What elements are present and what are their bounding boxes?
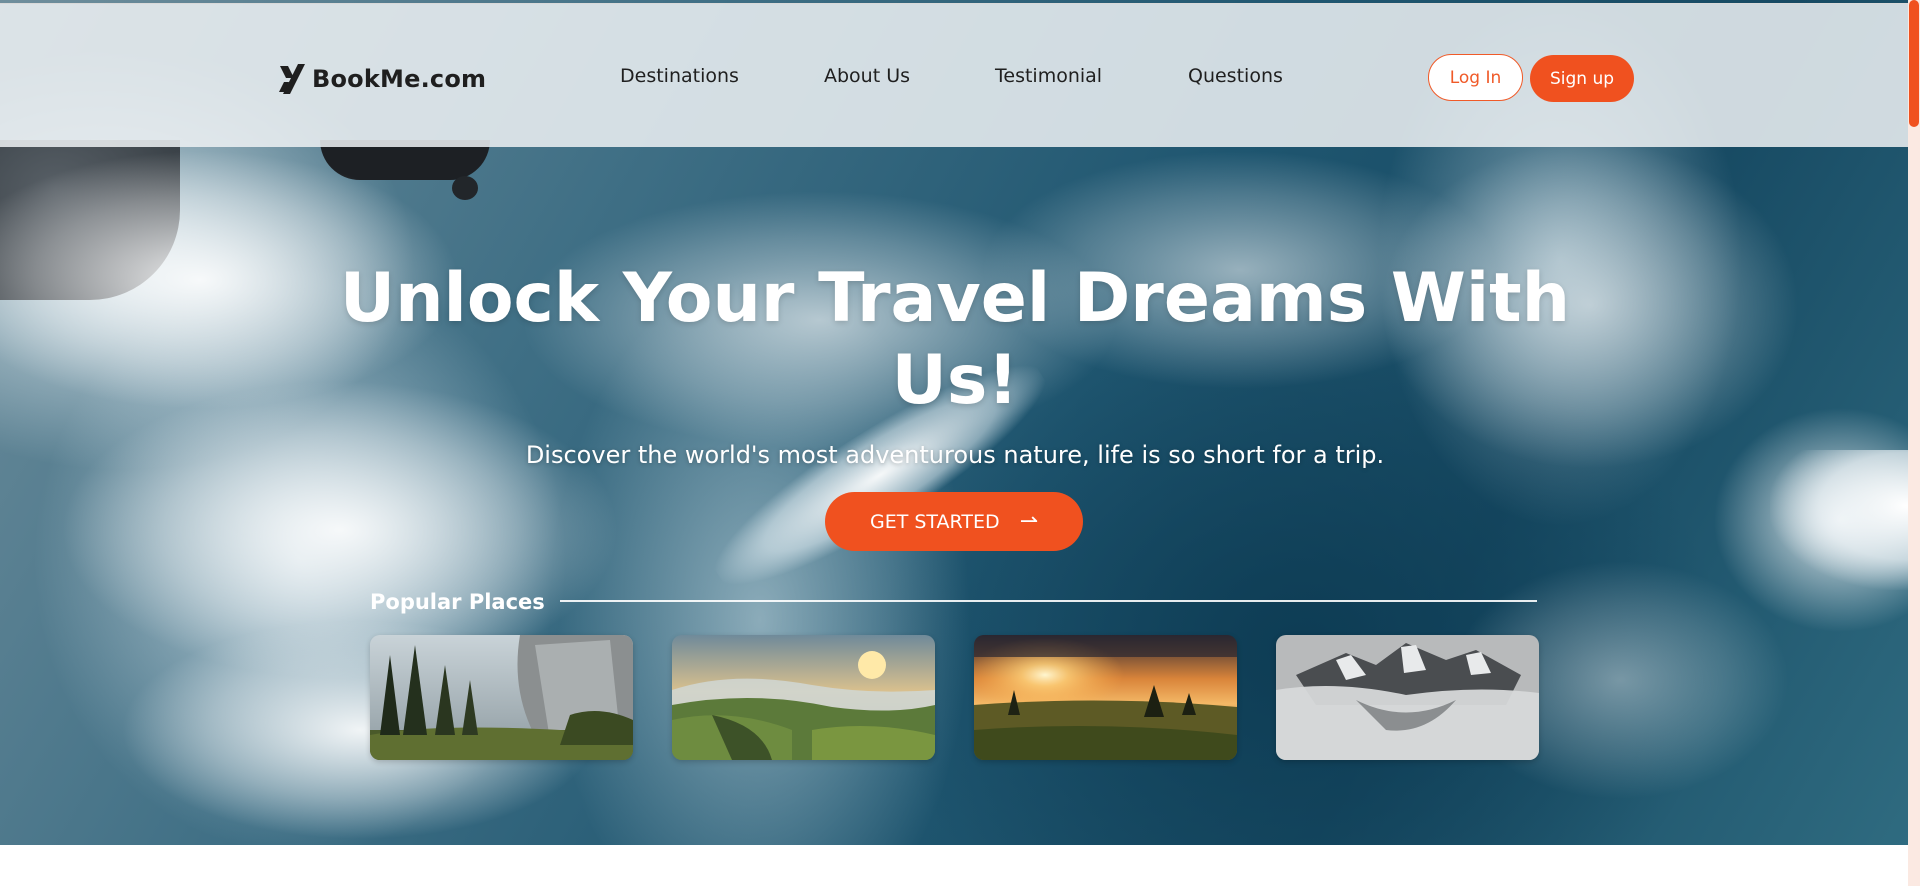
hero-title-line1: Unlock Your Travel Dreams With <box>339 259 1571 338</box>
green-hills-sunset-image <box>672 635 935 760</box>
scrollbar-thumb[interactable] <box>1909 0 1919 127</box>
get-started-button[interactable]: GET STARTED ⇀ <box>825 492 1083 551</box>
signup-button[interactable]: Sign up <box>1530 55 1634 102</box>
logo-text: BookMe.com <box>312 65 487 93</box>
wave-crest <box>1770 450 1908 590</box>
nav-destinations[interactable]: Destinations <box>620 65 739 87</box>
forest-cliff-image <box>370 635 633 760</box>
nav-testimonial[interactable]: Testimonial <box>995 65 1102 87</box>
popular-divider <box>560 600 1537 602</box>
x-logo-icon <box>279 64 305 94</box>
hero-title: Unlock Your Travel Dreams With Us! <box>330 258 1580 422</box>
hero-subtitle: Discover the world's most adventurous na… <box>525 441 1385 469</box>
hero-title-line2: Us! <box>891 341 1019 420</box>
popular-places-heading: Popular Places <box>370 590 545 614</box>
misty-mountain-image <box>1276 635 1539 760</box>
scrollbar-track[interactable] <box>1908 0 1920 886</box>
site-logo[interactable]: BookMe.com <box>276 59 486 99</box>
rock-shape <box>452 176 478 200</box>
nav-about-us[interactable]: About Us <box>824 65 910 87</box>
nav-questions[interactable]: Questions <box>1188 65 1283 87</box>
arrow-right-icon: ⇀ <box>1019 508 1039 534</box>
sunrise-meadow-image <box>974 635 1237 760</box>
place-card-misty-mountain[interactable] <box>1276 635 1539 760</box>
get-started-label: GET STARTED <box>869 510 1000 533</box>
place-card-sunrise-meadow[interactable] <box>974 635 1237 760</box>
place-card-green-hills[interactable] <box>672 635 935 760</box>
place-card-forest-cliff[interactable] <box>370 635 633 760</box>
site-header: BookMe.com Destinations About Us Testimo… <box>0 3 1908 147</box>
login-button[interactable]: Log In <box>1428 54 1523 101</box>
